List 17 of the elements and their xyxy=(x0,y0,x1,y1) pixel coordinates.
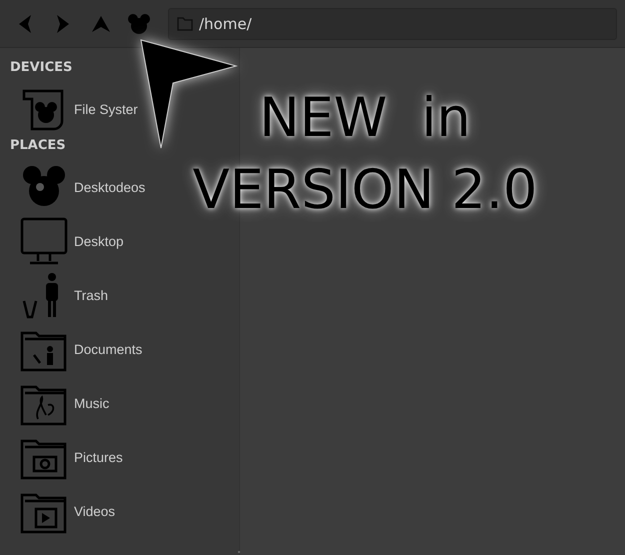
sidebar-item[interactable]: Music xyxy=(20,376,110,430)
annotation-text: NEW in xyxy=(259,85,471,151)
sidebar-item[interactable]: Desktop xyxy=(20,214,124,268)
sidebar-item[interactable]: Videos xyxy=(20,484,116,538)
mouse-icon xyxy=(127,12,151,34)
monitor-icon xyxy=(20,217,68,265)
up-arrow-icon xyxy=(90,14,112,34)
sidebar-item[interactable]: Desktodeos xyxy=(20,160,146,214)
section-heading: DEVICES xyxy=(9,59,74,77)
sidebar-item[interactable]: Documents xyxy=(20,322,142,376)
annotation-text: VERSION 2.0 xyxy=(192,157,538,223)
path-field[interactable]: /home/ xyxy=(168,8,617,40)
sidebar-item[interactable]: Pictures xyxy=(20,430,123,484)
sidebar-item[interactable]: Trash xyxy=(20,268,108,322)
folder-icon xyxy=(177,16,193,30)
sidebar-item[interactable]: File Syster xyxy=(20,82,138,136)
section-heading: PLACES xyxy=(9,137,67,155)
